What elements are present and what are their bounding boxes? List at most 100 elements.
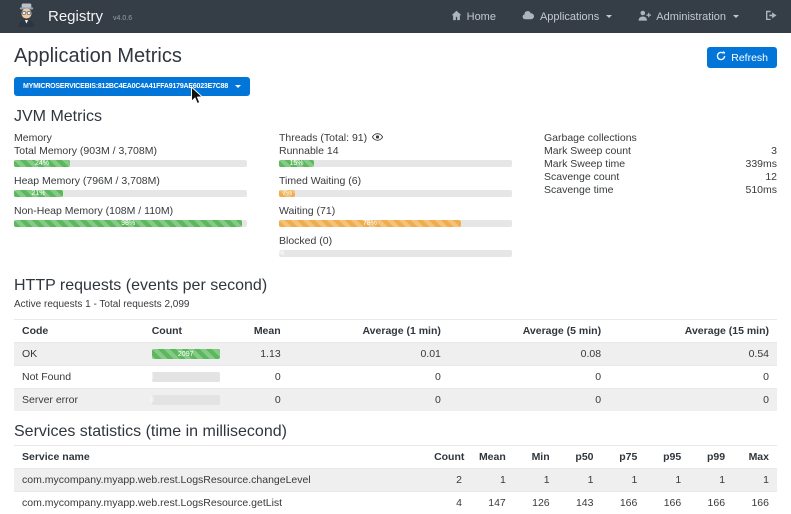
http-requests-table: Code Count Mean Average (1 min) Average … <box>14 319 777 411</box>
logout-button[interactable] <box>765 10 777 24</box>
progress-track: 7% <box>279 190 512 197</box>
gc-row: Mark Sweep time 339ms <box>544 158 777 170</box>
memory-heading: Memory <box>14 132 247 144</box>
http-avg5: 0 <box>449 389 609 412</box>
gc-value: 12 <box>765 171 777 183</box>
refresh-button[interactable]: Refresh <box>707 47 777 68</box>
progress-track: 78% <box>279 220 512 227</box>
gc-row: Mark Sweep count 3 <box>544 145 777 157</box>
count-value: 0 <box>150 397 154 404</box>
app-title: Registry <box>48 8 103 25</box>
service-max: 1 <box>733 469 777 492</box>
metric-timed-waiting: Timed Waiting (6) 7% <box>279 175 512 197</box>
table-row: com.mycompany.myapp.web.rest.LogsResourc… <box>14 492 777 514</box>
gc-label: Mark Sweep count <box>544 145 631 157</box>
progress-value: 15% <box>289 160 303 167</box>
table-header-row: Service name Count Mean Min p50 p75 p95 … <box>14 446 777 469</box>
http-avg15: 0 <box>609 389 777 412</box>
chevron-down-icon <box>606 15 612 18</box>
memory-column: Memory Total Memory (903M / 3,708M) 24% … <box>14 132 247 265</box>
service-p75: 166 <box>602 492 646 514</box>
service-name: com.mycompany.myapp.web.rest.LogsResourc… <box>14 492 426 514</box>
http-count-cell: 0 <box>144 389 220 412</box>
count-bar-track: 2097 <box>152 349 220 359</box>
table-row: OK 2097 1.13 0.01 0.08 0.54 <box>14 343 777 366</box>
table-row: Not Found 0 0 0 0 0 <box>14 366 777 389</box>
instance-selector-dropdown[interactable]: MYMICROSERVICEBIS:812BC4EA0C4A41FFA9179A… <box>14 77 250 96</box>
chevron-down-icon <box>733 15 739 18</box>
progress-track: 21% <box>14 190 247 197</box>
metric-label: Timed Waiting (6) <box>279 175 512 187</box>
chevron-down-icon <box>235 85 241 88</box>
progress-value: 21% <box>31 190 45 197</box>
gc-value: 339ms <box>745 158 777 170</box>
service-count: 2 <box>426 469 470 492</box>
gc-heading: Garbage collections <box>544 132 777 144</box>
instance-selector-label: MYMICROSERVICEBIS:812BC4EA0C4A41FFA9179A… <box>23 83 228 90</box>
col-max: Max <box>733 446 777 469</box>
navbar: Registry v4.0.6 Home Applications Admini… <box>0 0 791 33</box>
metric-total-memory: Total Memory (903M / 3,708M) 24% <box>14 145 247 167</box>
services-statistics-table: Service name Count Mean Min p50 p75 p95 … <box>14 445 777 514</box>
progress-fill: 21% <box>14 190 63 197</box>
table-header-row: Code Count Mean Average (1 min) Average … <box>14 320 777 343</box>
table-row: com.mycompany.myapp.web.rest.LogsResourc… <box>14 469 777 492</box>
progress-value: 98% <box>121 220 135 227</box>
nav-administration[interactable]: Administration <box>638 10 739 24</box>
main-content: Application Metrics Refresh MYMICROSERVI… <box>0 33 791 514</box>
progress-value: 24% <box>35 160 49 167</box>
service-count: 4 <box>426 492 470 514</box>
http-count-cell: 0 <box>144 366 220 389</box>
http-avg5: 0.08 <box>449 343 609 366</box>
nav-applications[interactable]: Applications <box>522 10 612 23</box>
home-icon <box>451 10 462 24</box>
user-plus-icon <box>638 10 651 24</box>
nav-administration-label: Administration <box>656 11 726 23</box>
col-count: Count <box>426 446 470 469</box>
progress-fill: 15% <box>279 160 314 167</box>
eye-icon[interactable] <box>372 132 383 144</box>
nav-items: Home Applications Administration <box>451 10 777 24</box>
progress-fill: 98% <box>14 220 242 227</box>
service-p99: 1 <box>689 469 733 492</box>
col-avg1: Average (1 min) <box>289 320 449 343</box>
refresh-label: Refresh <box>731 52 768 64</box>
gc-row: Scavenge time 510ms <box>544 184 777 196</box>
http-mean: 0 <box>220 389 289 412</box>
threads-heading: Threads (Total: 91) <box>279 132 367 144</box>
http-requests-summary: Active requests 1 - Total requests 2,099 <box>14 299 777 311</box>
service-p75: 1 <box>602 469 646 492</box>
service-p50: 143 <box>558 492 602 514</box>
gc-value: 3 <box>771 145 777 157</box>
col-avg5: Average (5 min) <box>449 320 609 343</box>
service-p95: 166 <box>645 492 689 514</box>
threads-column: Threads (Total: 91) Runnable 14 15% Time… <box>279 132 512 265</box>
nav-home[interactable]: Home <box>451 10 496 24</box>
metric-label: Runnable 14 <box>279 145 512 157</box>
http-code: OK <box>14 343 144 366</box>
count-value: 2097 <box>178 351 194 358</box>
http-count-cell: 2097 <box>144 343 220 366</box>
count-bar-fill: 2097 <box>152 349 220 359</box>
http-avg15: 0 <box>609 366 777 389</box>
gc-column: Garbage collections Mark Sweep count 3 M… <box>544 132 777 265</box>
metric-blocked: Blocked (0) 0% <box>279 235 512 257</box>
service-mean: 147 <box>470 492 514 514</box>
gc-label: Scavenge time <box>544 184 613 196</box>
jvm-metrics-row: Memory Total Memory (903M / 3,708M) 24% … <box>14 132 777 265</box>
http-avg15: 0.54 <box>609 343 777 366</box>
col-p75: p75 <box>602 446 646 469</box>
col-mean: Mean <box>470 446 514 469</box>
progress-track: 15% <box>279 160 512 167</box>
col-p50: p50 <box>558 446 602 469</box>
cloud-icon <box>522 10 535 23</box>
count-value: 0 <box>150 374 154 381</box>
progress-track: 24% <box>14 160 247 167</box>
service-p99: 166 <box>689 492 733 514</box>
http-avg5: 0 <box>449 366 609 389</box>
metric-heap-memory: Heap Memory (796M / 3,708M) 21% <box>14 175 247 197</box>
brand[interactable]: Registry v4.0.6 <box>14 2 132 32</box>
refresh-icon <box>716 51 726 64</box>
col-mean: Mean <box>220 320 289 343</box>
page-title: Application Metrics <box>14 45 182 68</box>
